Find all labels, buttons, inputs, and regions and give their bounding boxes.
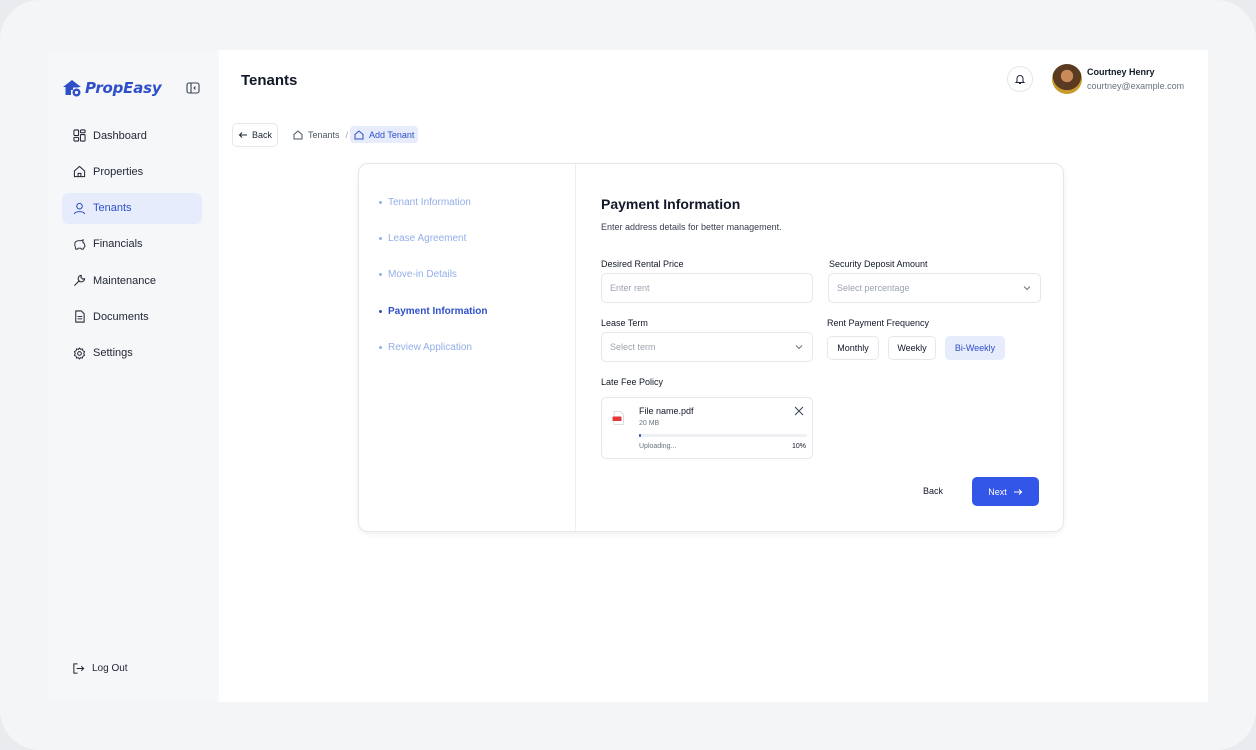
sidebar-item-maintenance[interactable]: Maintenance [62,265,202,296]
sidebar-item-tenants[interactable]: Tenants [62,192,202,224]
bell-icon [1014,75,1026,84]
sidebar-item-label: Financials [93,238,143,251]
step-label: Move-in Details [388,269,457,280]
step-review-application[interactable]: Review Application [379,342,472,353]
breadcrumb-label: Tenants [308,129,340,140]
house-gear-icon [63,80,81,97]
upload-status: Uploading... [639,443,677,450]
sidebar: PropEasy Dashboard Properties Tenants Fi… [48,50,219,702]
step-dot [379,237,382,240]
home-icon [293,129,303,139]
select-placeholder: Select percentage [837,283,910,293]
logo[interactable]: PropEasy [62,78,202,98]
user-email: courtney@example.com [1087,81,1185,91]
file-name: File name.pdf [639,406,694,416]
app-name: PropEasy [85,79,162,97]
next-button[interactable]: Next [972,477,1039,506]
sidebar-item-label: Maintenance [93,274,156,287]
form-title: Payment Information [601,196,741,212]
home-icon [354,129,364,139]
step-label: Payment Information [388,306,488,317]
step-lease-agreement[interactable]: Lease Agreement [379,233,466,244]
upload-progress-fill [639,434,641,437]
file-size: 20 MB [639,420,660,427]
sidebar-item-dashboard[interactable]: Dashboard [62,120,202,151]
sidebar-item-documents[interactable]: Documents [62,301,202,332]
collapse-sidebar-icon[interactable] [186,81,200,95]
step-label: Lease Agreement [388,233,467,244]
step-move-in-details[interactable]: Move-in Details [379,269,457,280]
step-label: Tenant Information [388,197,471,208]
breadcrumb-label: Add Tenant [369,129,415,140]
sidebar-item-label: Settings [93,347,133,360]
app-window: PropEasy Dashboard Properties Tenants Fi… [48,50,1208,702]
form-subtitle: Enter address details for better managem… [601,222,782,232]
logout-icon [73,663,85,674]
arrow-left-icon [238,132,247,138]
user-icon [73,202,86,214]
close-icon[interactable] [794,406,804,416]
security-deposit-label: Security Deposit Amount [829,259,928,269]
step-dot [379,201,382,204]
payment-frequency-label: Rent Payment Frequency [827,318,930,328]
step-payment-information[interactable]: Payment Information [379,306,487,317]
back-label: Back [251,130,272,140]
gear-icon [73,347,86,360]
step-dot [379,346,382,349]
sidebar-item-properties[interactable]: Properties [62,156,202,187]
logout-button[interactable]: Log Out [72,662,128,675]
late-fee-label: Late Fee Policy [601,377,664,387]
upload-percent: 10% [791,443,806,450]
breadcrumb-separator: / [345,129,349,140]
sidebar-nav: Dashboard Properties Tenants Financials … [62,120,202,374]
step-dot [379,310,382,313]
rental-price-input[interactable] [601,273,813,303]
notifications-button[interactable] [1007,66,1033,92]
step-label: Review Application [388,342,472,353]
frequency-weekly-button[interactable]: Weekly [888,336,936,360]
upload-progress-bar [639,434,807,437]
breadcrumb: Tenants / Add Tenant [289,126,419,143]
security-deposit-select[interactable]: Select percentage [828,273,1041,303]
payment-form: Payment Information Enter address detail… [576,164,1063,531]
dashboard-icon [73,129,86,142]
breadcrumb-tenants[interactable]: Tenants [289,126,344,143]
chevron-down-icon [1023,286,1031,291]
sidebar-item-financials[interactable]: Financials [62,229,202,260]
step-tenant-information[interactable]: Tenant Information [379,197,471,208]
main-content: Tenants Courtney Henry courtney@example.… [219,50,1208,702]
arrow-right-icon [1013,488,1023,495]
lease-term-select[interactable]: Select term [601,332,813,362]
avatar[interactable] [1052,64,1082,94]
document-icon [75,310,85,324]
frequency-bi-weekly-button[interactable]: Bi-Weekly [945,336,1005,360]
select-placeholder: Select term [610,342,656,352]
wrench-icon [74,275,86,287]
screen-frame: PropEasy Dashboard Properties Tenants Fi… [0,0,1256,750]
frequency-monthly-button[interactable]: Monthly [827,336,879,360]
page-title: Tenants [241,72,298,89]
home-icon [73,166,86,178]
rental-price-label: Desired Rental Price [601,259,684,269]
lease-term-label: Lease Term [601,318,648,328]
file-upload-card: File name.pdf 20 MB Uploading... 10% [601,397,813,459]
sidebar-item-label: Documents [93,310,149,323]
logout-label: Log Out [92,663,128,674]
chevron-down-icon [795,345,803,350]
sidebar-item-label: Dashboard [93,129,147,142]
piggy-bank-icon [74,239,86,250]
form-back-button[interactable]: Back [923,486,943,496]
back-button[interactable]: Back [232,123,278,147]
user-name: Courtney Henry [1087,67,1155,77]
breadcrumb-add-tenant[interactable]: Add Tenant [350,126,419,143]
step-dot [379,273,382,276]
sidebar-item-label: Tenants [93,202,132,215]
sidebar-item-settings[interactable]: Settings [62,338,202,369]
next-label: Next [988,486,1007,497]
stepper: Tenant Information Lease Agreement Move-… [359,164,576,531]
add-tenant-card: Tenant Information Lease Agreement Move-… [358,163,1064,532]
pdf-file-icon [612,411,624,425]
sidebar-item-label: Properties [93,165,144,178]
